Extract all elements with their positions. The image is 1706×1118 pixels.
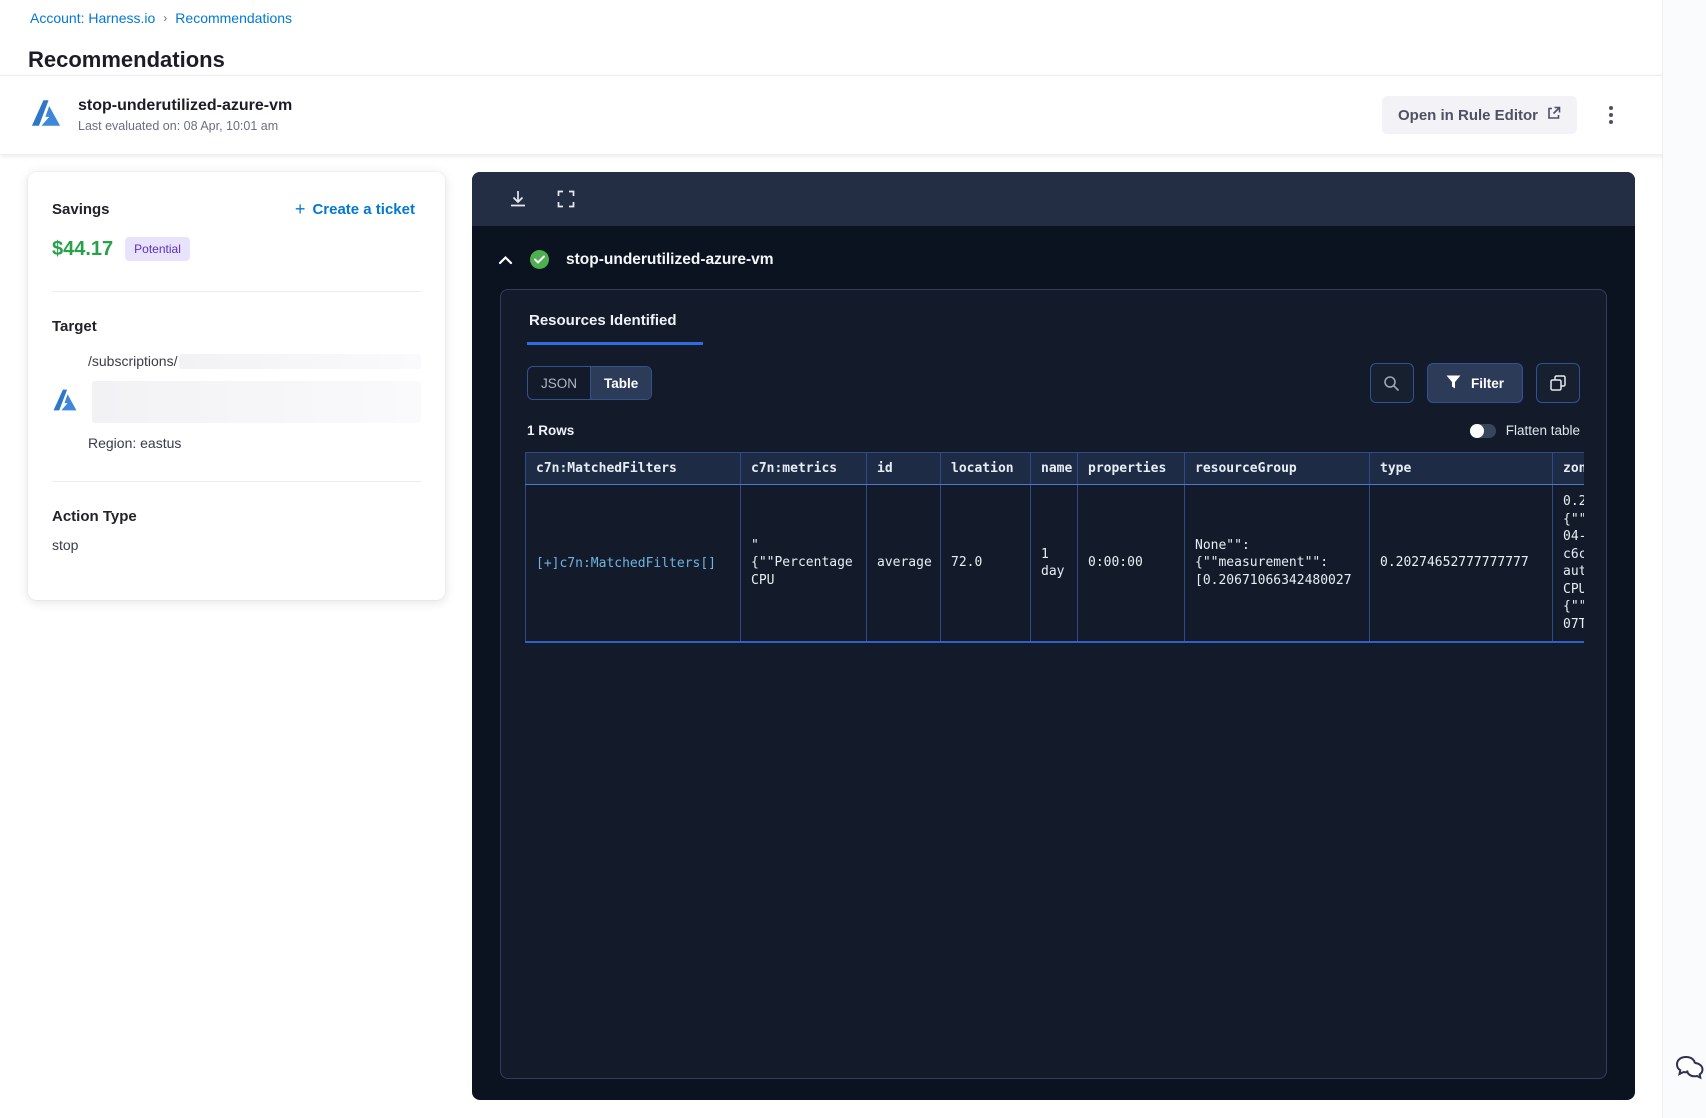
divider <box>52 291 421 292</box>
kebab-menu-icon[interactable] <box>1598 102 1624 128</box>
column-header: zones <box>1552 452 1584 485</box>
azure-icon <box>52 387 78 418</box>
open-in-rule-editor-button[interactable]: Open in Rule Editor <box>1381 96 1577 134</box>
toggle-icon[interactable] <box>1469 423 1496 438</box>
breadcrumb-separator-icon: › <box>163 11 168 25</box>
column-header: c7n:MatchedFilters <box>525 452 741 485</box>
target-path: /subscriptions/ <box>88 353 178 369</box>
external-link-icon <box>1547 106 1561 124</box>
recommendation-title: stop-underutilized-azure-vm <box>78 97 293 114</box>
cell-id: average <box>877 555 932 571</box>
breadcrumb-account-link[interactable]: Account: Harness.io <box>30 10 155 26</box>
target-region: Region: eastus <box>88 435 182 451</box>
copy-icon[interactable] <box>1536 363 1580 403</box>
download-icon[interactable] <box>508 189 528 209</box>
cell-properties: 0:00:00 <box>1088 555 1143 571</box>
cell-zones: 0.21423 {""cost 04-05T0 c6cf625 autosto … <box>1563 494 1584 632</box>
matched-filters-expand-link[interactable]: [+]c7n:MatchedFilters[] <box>536 556 716 571</box>
table-view-button[interactable]: Table <box>591 367 652 399</box>
filter-label: Filter <box>1470 375 1504 391</box>
column-header: resourceGroup <box>1184 452 1370 485</box>
potential-badge: Potential <box>125 237 190 261</box>
column-header: c7n:metrics <box>740 452 867 485</box>
column-header: location <box>940 452 1031 485</box>
table-row: [+]c7n:MatchedFilters[] " {""Percentage … <box>525 484 1584 644</box>
filter-button[interactable]: Filter <box>1426 363 1523 403</box>
savings-amount: $44.17 <box>52 237 114 260</box>
chat-icon[interactable] <box>1668 1052 1706 1087</box>
breadcrumb: Account: Harness.io › Recommendations <box>30 10 292 26</box>
fullscreen-icon[interactable] <box>556 189 576 209</box>
divider <box>52 481 421 482</box>
column-header: name <box>1030 452 1078 485</box>
flatten-table-label: Flatten table <box>1505 423 1580 438</box>
page-title: Recommendations <box>28 46 225 72</box>
resources-table: c7n:MatchedFilters c7n:metrics id locati… <box>525 452 1584 644</box>
view-toggle: JSON Table <box>527 366 653 400</box>
action-type-label: Action Type <box>52 508 137 525</box>
savings-label: Savings <box>52 201 110 218</box>
search-icon[interactable] <box>1369 363 1414 403</box>
flatten-table-toggle[interactable]: Flatten table <box>1469 423 1580 438</box>
last-evaluated-text: Last evaluated on: 08 Apr, 10:01 am <box>78 119 279 133</box>
table-header-row: c7n:MatchedFilters c7n:metrics id locati… <box>525 452 1584 485</box>
success-icon <box>530 250 549 269</box>
action-type-value: stop <box>52 537 79 553</box>
tab-resources-identified[interactable]: Resources Identified <box>527 312 703 345</box>
cell-metrics: " {""Percentage CPU <box>751 537 853 588</box>
resources-table-container: c7n:MatchedFilters c7n:metrics id locati… <box>525 452 1584 644</box>
open-in-rule-editor-label: Open in Rule Editor <box>1397 106 1538 124</box>
breadcrumb-recommendations-link[interactable]: Recommendations <box>175 10 292 26</box>
column-header: type <box>1369 452 1553 485</box>
column-header: properties <box>1077 452 1185 485</box>
rule-name-title: stop-underutilized-azure-vm <box>566 250 774 268</box>
column-header: id <box>866 452 941 485</box>
create-ticket-button[interactable]: + Create a ticket <box>289 198 421 221</box>
plus-icon: + <box>294 199 306 219</box>
json-view-button[interactable]: JSON <box>528 367 592 399</box>
create-ticket-label: Create a ticket <box>312 201 415 218</box>
redacted-resource-text <box>92 381 421 423</box>
cell-name: 1 day <box>1041 546 1065 580</box>
output-toolbar <box>472 172 1635 226</box>
rows-count: 1 Rows <box>527 423 575 438</box>
filter-icon <box>1446 375 1461 392</box>
cell-resource-group: None"": {""measurement"": [0.20671066342… <box>1195 537 1352 588</box>
cell-type: 0.20274652777777777 <box>1380 555 1529 571</box>
cell-location: 72.0 <box>951 555 983 571</box>
redacted-target-text <box>179 353 421 369</box>
target-label: Target <box>52 318 97 335</box>
recommendation-header: stop-underutilized-azure-vm Last evaluat… <box>0 75 1706 154</box>
page-right-rail <box>1662 0 1706 1118</box>
evaluation-output-panel: stop-underutilized-azure-vm Resources Id… <box>472 172 1635 1100</box>
savings-card: Savings + Create a ticket $44.17 Potenti… <box>28 172 445 600</box>
chevron-up-icon[interactable] <box>498 255 513 265</box>
resources-identified-panel: Resources Identified JSON Table Filter 1… <box>500 289 1607 1079</box>
azure-icon <box>30 97 62 134</box>
